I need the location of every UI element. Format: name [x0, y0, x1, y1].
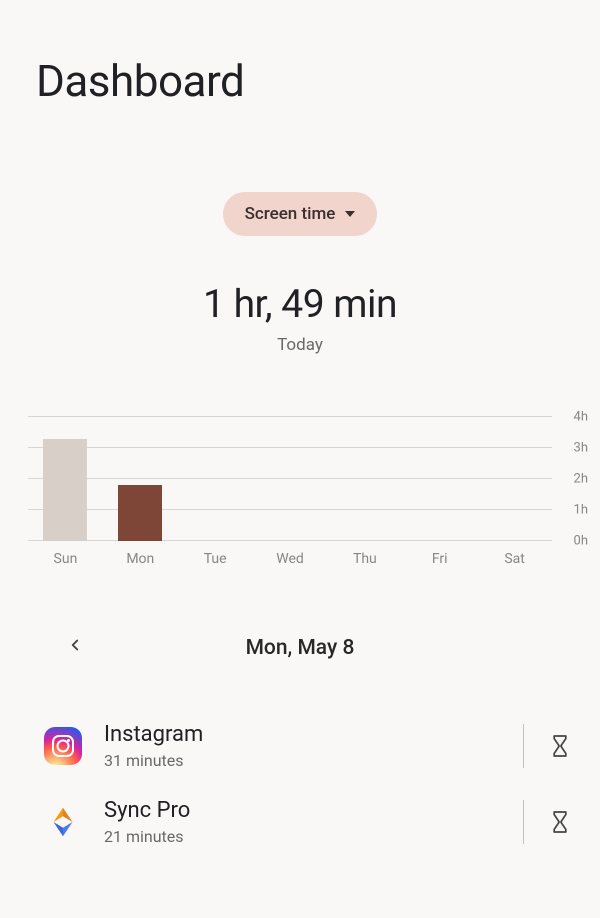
hourglass-icon[interactable]	[550, 810, 570, 834]
filter-chip-label: Screen time	[245, 204, 336, 224]
stat-value: 1 hr, 49 min	[0, 281, 600, 327]
date-nav: Mon, May 8	[0, 635, 600, 660]
y-axis-label: 3h	[574, 441, 588, 456]
y-axis-label: 2h	[574, 472, 588, 487]
app-duration: 21 minutes	[104, 827, 511, 846]
app-row[interactable]: Instagram 31 minutes	[0, 708, 600, 784]
x-axis-label: Fri	[402, 551, 477, 567]
x-axis-label: Wed	[253, 551, 328, 567]
divider	[523, 724, 524, 768]
app-name: Sync Pro	[104, 798, 511, 823]
y-axis-label: 4h	[574, 410, 588, 425]
divider	[523, 800, 524, 844]
bar-sun[interactable]	[43, 439, 87, 541]
x-axis-label: Thu	[327, 551, 402, 567]
y-axis-label: 0h	[574, 534, 588, 549]
x-axis-label: Sun	[28, 551, 103, 567]
filter-chip[interactable]: Screen time	[223, 192, 378, 236]
x-axis-labels: Sun Mon Tue Wed Thu Fri Sat	[28, 551, 552, 567]
app-name: Instagram	[104, 722, 511, 747]
app-duration: 31 minutes	[104, 751, 511, 770]
hourglass-icon[interactable]	[550, 734, 570, 758]
instagram-icon	[44, 727, 82, 765]
stat-subtext: Today	[0, 335, 600, 355]
bar-mon[interactable]	[118, 485, 162, 541]
x-axis-label: Tue	[178, 551, 253, 567]
chevron-down-icon	[345, 211, 355, 217]
app-row[interactable]: Sync Pro 21 minutes	[0, 784, 600, 860]
syncpro-icon	[44, 803, 82, 841]
screen-time-chart: 0h 1h 2h 3h 4h Sun Mon Tue Wed Thu Fri S…	[10, 417, 590, 567]
x-axis-label: Mon	[103, 551, 178, 567]
selected-date: Mon, May 8	[66, 636, 534, 660]
app-usage-list: Instagram 31 minutes Sync Pro 21 minutes	[0, 708, 600, 860]
chart-bars	[28, 417, 552, 541]
y-axis-label: 1h	[574, 503, 588, 518]
x-axis-label: Sat	[477, 551, 552, 567]
page-title: Dashboard	[0, 0, 600, 107]
